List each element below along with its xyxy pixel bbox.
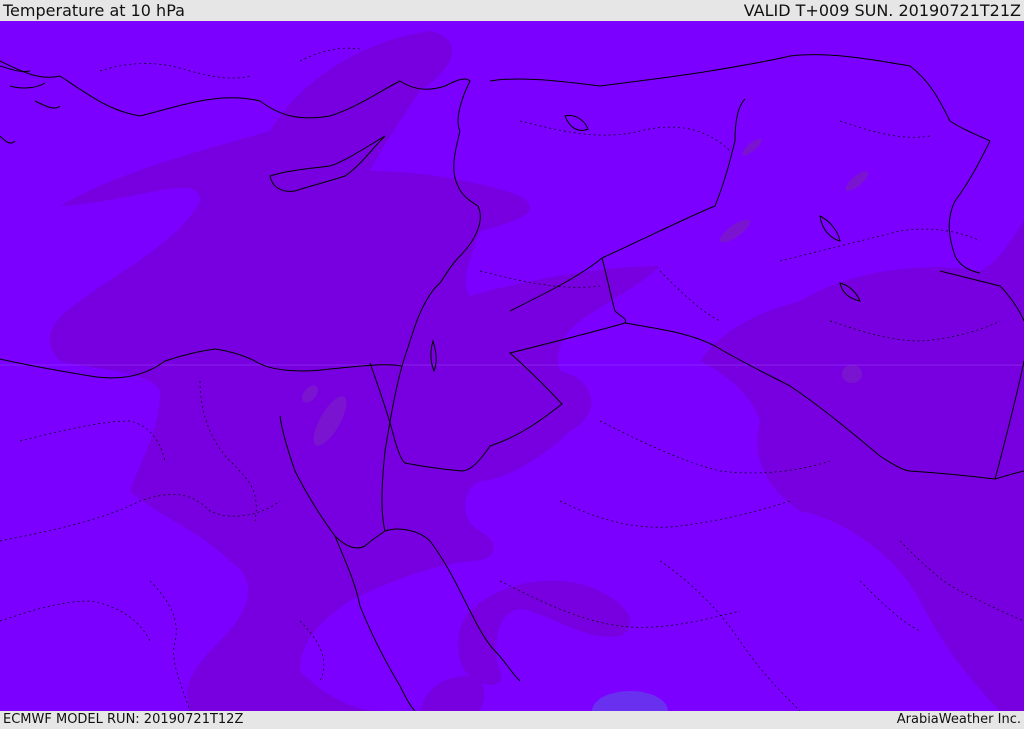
header-bar: Temperature at 10 hPa VALID T+009 SUN. 2… <box>0 0 1024 21</box>
credit-label: ArabiaWeather Inc. <box>896 712 1021 727</box>
temperature-map[interactable] <box>0 21 1024 711</box>
model-run-label: ECMWF MODEL RUN: 20190721T12Z <box>3 712 244 727</box>
footer-bar: ECMWF MODEL RUN: 20190721T12Z ArabiaWeat… <box>0 711 1024 729</box>
valid-time-label: VALID T+009 SUN. 20190721T21Z <box>743 1 1021 20</box>
map-panel[interactable] <box>0 21 1024 711</box>
map-title: Temperature at 10 hPa <box>3 1 185 20</box>
